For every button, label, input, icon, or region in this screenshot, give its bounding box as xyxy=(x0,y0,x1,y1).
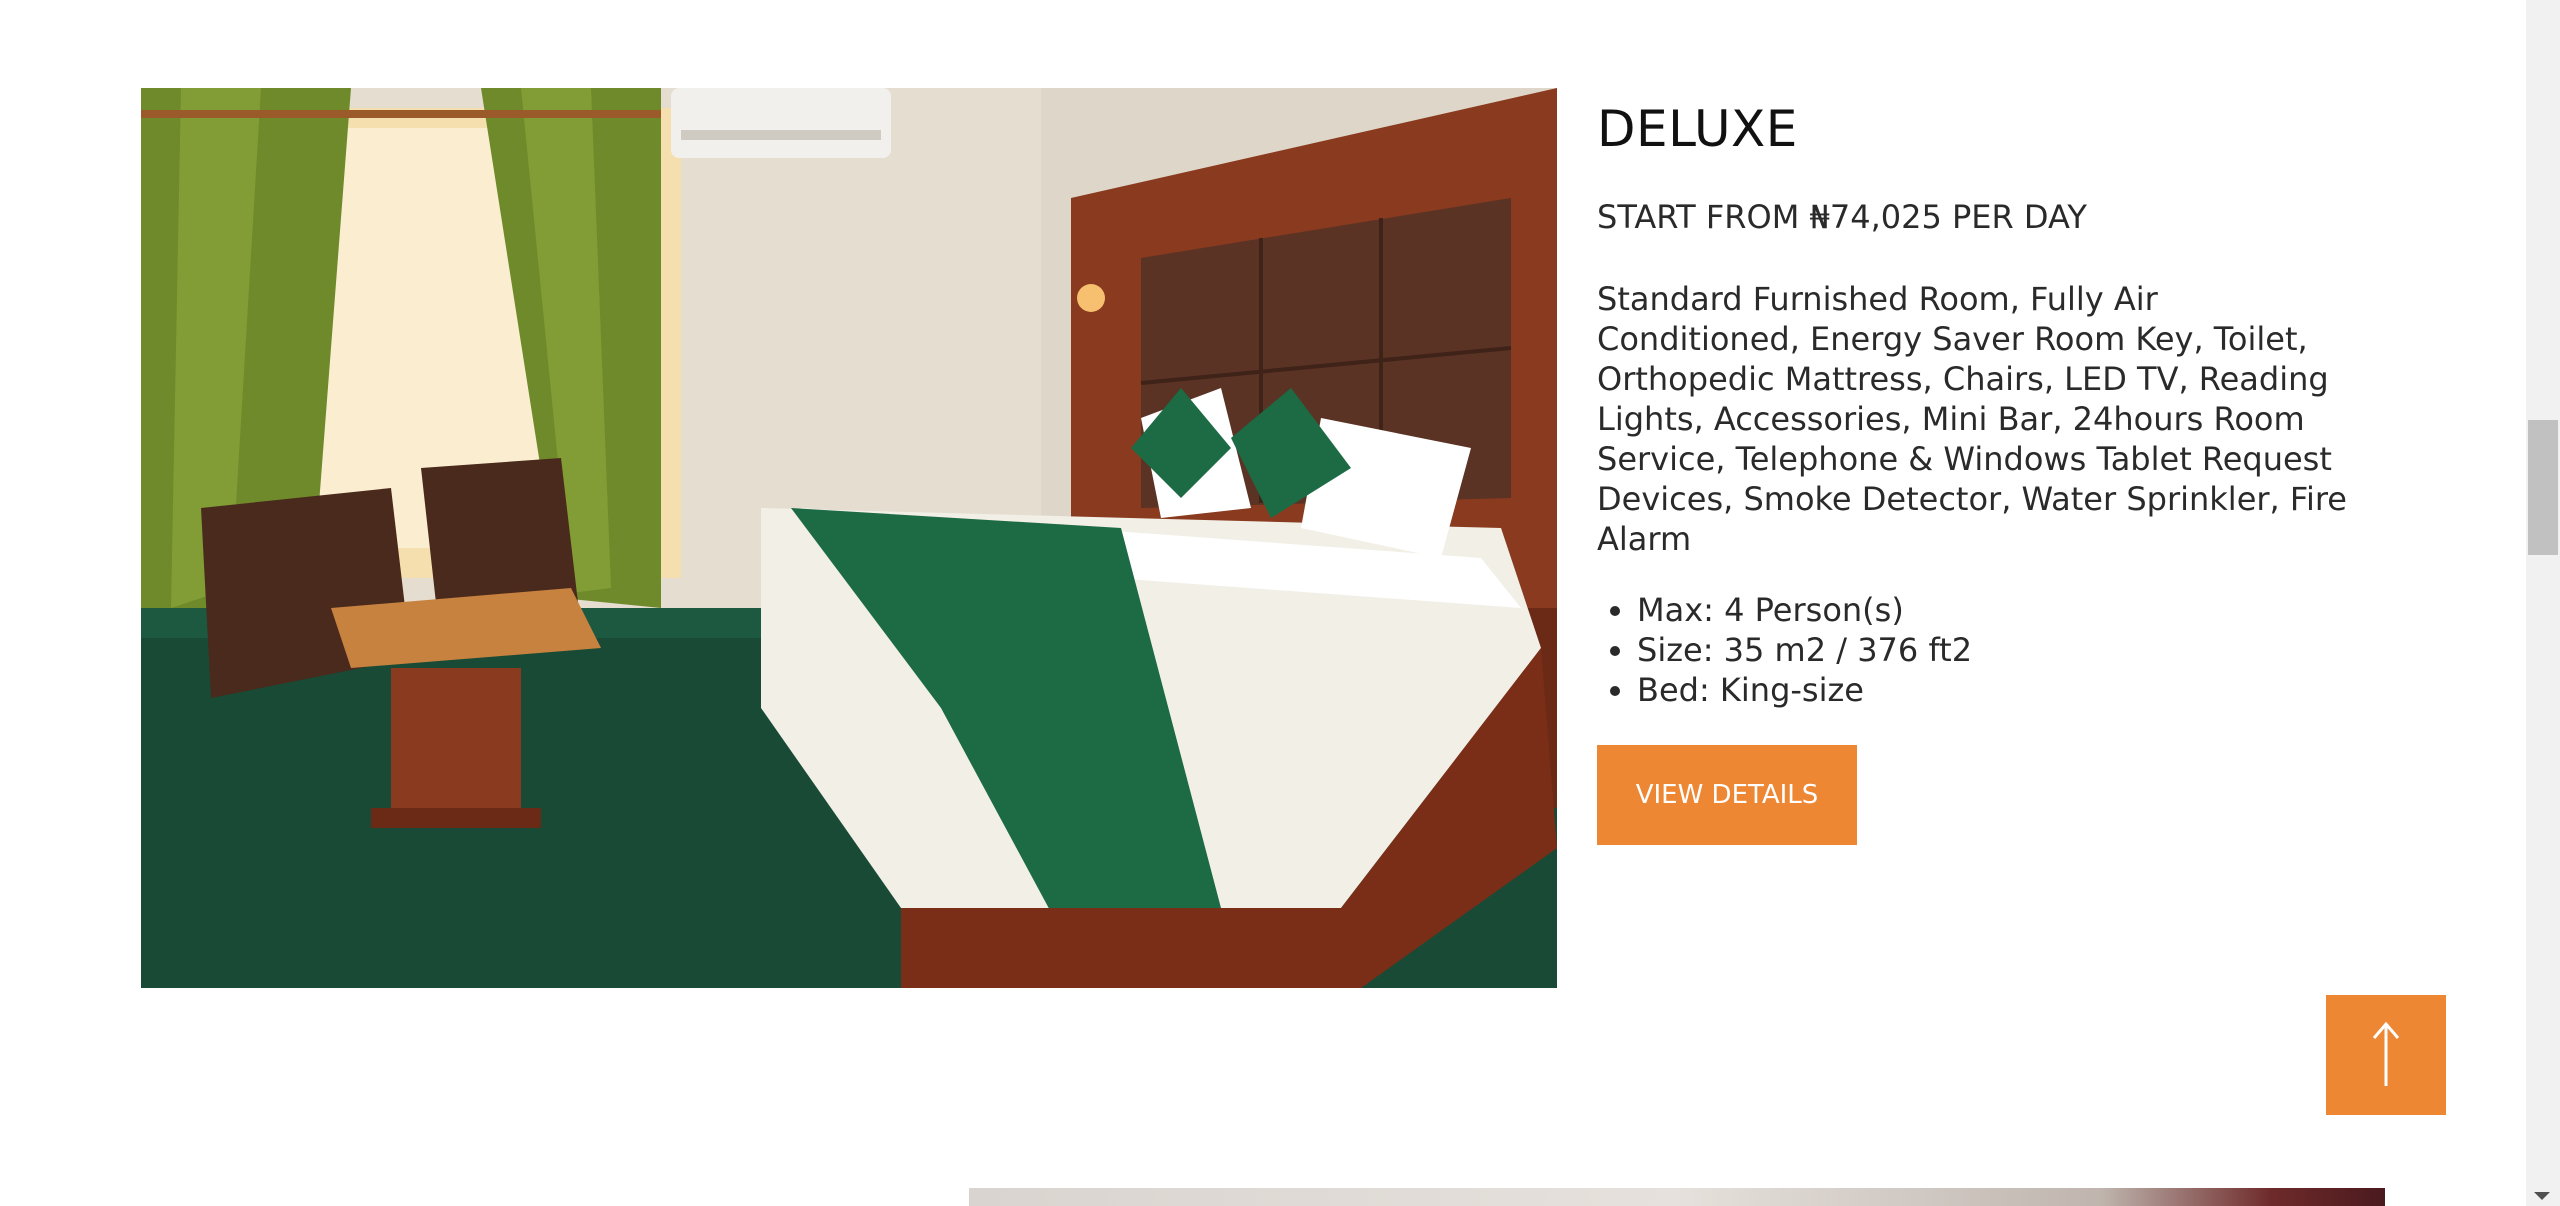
back-to-top-button[interactable] xyxy=(2326,995,2446,1115)
room-description: Standard Furnished Room, Fully Air Condi… xyxy=(1597,280,2347,558)
feature-size: Size: 35 m2 / 376 ft2 xyxy=(1637,630,1972,670)
feature-bed: Bed: King-size xyxy=(1637,670,1972,710)
next-room-photo xyxy=(969,1188,2385,1206)
room-price: START FROM ₦74,025 PER DAY xyxy=(1597,198,2087,236)
room-title: DELUXE xyxy=(1597,100,1798,158)
arrow-up-icon xyxy=(2372,1021,2400,1086)
scroll-down-arrow-icon[interactable] xyxy=(2534,1192,2550,1200)
page-scrollbar[interactable] xyxy=(2526,0,2560,1206)
scrollbar-thumb[interactable] xyxy=(2528,420,2558,555)
room-photo-deluxe xyxy=(141,88,1557,988)
feature-max-persons: Max: 4 Person(s) xyxy=(1637,590,1972,630)
view-details-button[interactable]: VIEW DETAILS xyxy=(1597,745,1857,845)
room-features-list: Max: 4 Person(s) Size: 35 m2 / 376 ft2 B… xyxy=(1597,590,1972,710)
room-photo-illustration xyxy=(141,88,1557,988)
